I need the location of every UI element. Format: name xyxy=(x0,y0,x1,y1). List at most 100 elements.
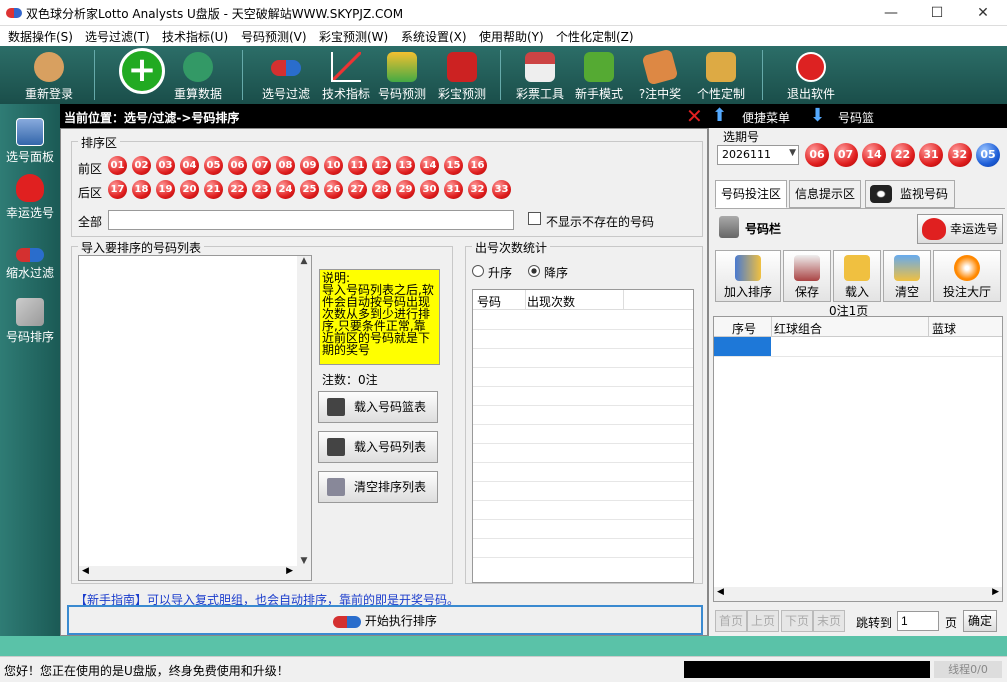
number-ball[interactable]: 28 xyxy=(372,180,391,199)
number-ball[interactable]: 32 xyxy=(468,180,487,199)
exit-button[interactable]: 退出软件 xyxy=(782,46,840,104)
horizontal-scrollbar[interactable]: ◀ ▶ xyxy=(79,566,311,580)
number-ball[interactable]: 16 xyxy=(468,156,487,175)
load-button[interactable]: 载入 xyxy=(833,250,881,302)
number-ball[interactable]: 11 xyxy=(348,156,367,175)
menu-treasure[interactable]: 彩宝预测(W) xyxy=(319,28,388,45)
vertical-scrollbar[interactable]: ▲ ▼ xyxy=(297,256,311,566)
clear-list-button[interactable]: 清空排序列表 xyxy=(318,471,438,503)
relogin-button[interactable]: 重新登录 xyxy=(20,46,78,104)
number-ball[interactable]: 12 xyxy=(372,156,391,175)
number-ball[interactable]: 30 xyxy=(420,180,439,199)
number-ball[interactable]: 27 xyxy=(348,180,367,199)
tab-monitor[interactable]: 监视号码 xyxy=(865,180,955,208)
next-page-button[interactable]: 下页 xyxy=(781,610,813,632)
number-ball[interactable]: 29 xyxy=(396,180,415,199)
number-ball[interactable]: 23 xyxy=(252,180,271,199)
last-page-button[interactable]: 末页 xyxy=(813,610,845,632)
close-icon[interactable]: ✕ xyxy=(686,104,703,128)
number-ball[interactable]: 15 xyxy=(444,156,463,175)
number-ball[interactable]: 17 xyxy=(108,180,127,199)
stats-table[interactable]: 号码 出现次数 xyxy=(472,289,694,583)
number-ball[interactable]: 06 xyxy=(228,156,247,175)
number-ball[interactable]: 31 xyxy=(444,180,463,199)
maximize-button[interactable]: ☐ xyxy=(914,0,960,26)
predict-button[interactable]: 号码预测 xyxy=(374,46,430,104)
number-ball[interactable]: 21 xyxy=(204,180,223,199)
number-ball[interactable]: 31 xyxy=(919,143,943,167)
desc-radio[interactable] xyxy=(528,265,540,277)
menu-predict[interactable]: 号码预测(V) xyxy=(241,28,307,45)
number-ball[interactable]: 14 xyxy=(420,156,439,175)
first-page-button[interactable]: 首页 xyxy=(715,610,747,632)
indicator-button[interactable]: 技术指标 xyxy=(318,46,374,104)
number-ball[interactable]: 05 xyxy=(976,143,1000,167)
number-ball[interactable]: 20 xyxy=(180,180,199,199)
menu-indicator[interactable]: 技术指标(U) xyxy=(162,28,228,45)
sidebar-item-panel[interactable]: 选号面板 xyxy=(0,118,60,165)
import-list[interactable]: ▲ ▼ ◀ ▶ xyxy=(78,255,312,581)
number-ball[interactable]: 08 xyxy=(276,156,295,175)
number-ball[interactable]: 22 xyxy=(228,180,247,199)
asc-radio[interactable] xyxy=(472,265,484,277)
horizontal-scrollbar[interactable]: ◀ ▶ xyxy=(714,587,1002,601)
tools-button[interactable]: 彩票工具 xyxy=(510,46,570,104)
number-ball[interactable]: 19 xyxy=(156,180,175,199)
number-ball[interactable]: 04 xyxy=(180,156,199,175)
treasure-button[interactable]: 彩宝预测 xyxy=(432,46,492,104)
sidebar-item-sort[interactable]: 号码排序 xyxy=(0,298,60,345)
number-ball[interactable]: 03 xyxy=(156,156,175,175)
number-ball[interactable]: 02 xyxy=(132,156,151,175)
filter-button[interactable]: 选号过滤 xyxy=(258,46,314,104)
tab-betting[interactable]: 号码投注区 xyxy=(715,180,787,208)
number-ball[interactable]: 07 xyxy=(833,143,858,167)
lucky-pick-button[interactable]: 幸运选号 xyxy=(917,214,1003,244)
number-ball[interactable]: 01 xyxy=(108,156,127,175)
save-button[interactable]: 保存 xyxy=(783,250,831,302)
hide-missing-checkbox[interactable] xyxy=(528,212,541,225)
number-ball[interactable]: 09 xyxy=(300,156,319,175)
bet-table[interactable]: 序号 红球组合 蓝球 ◀ ▶ xyxy=(713,316,1003,602)
add-to-sort-button[interactable]: 加入排序 xyxy=(715,250,781,302)
tab-info[interactable]: 信息提示区 xyxy=(789,180,861,208)
number-ball[interactable]: 32 xyxy=(947,143,972,167)
custom-button[interactable]: 个性定制 xyxy=(692,46,750,104)
newbie-button[interactable]: 新手模式 xyxy=(570,46,628,104)
recalc-button[interactable]: 重算数据 xyxy=(170,46,226,104)
confirm-jump-button[interactable]: 确定 xyxy=(963,610,997,632)
prize-button[interactable]: ?注中奖 xyxy=(632,46,688,104)
run-sort-button[interactable]: 开始执行排序 xyxy=(67,605,703,635)
add-button[interactable]: + xyxy=(114,46,170,104)
table-row[interactable] xyxy=(714,337,1002,357)
number-ball[interactable]: 05 xyxy=(204,156,223,175)
number-ball[interactable]: 24 xyxy=(276,180,295,199)
period-select[interactable]: 2026111 ▼ xyxy=(717,145,799,165)
number-ball[interactable]: 14 xyxy=(862,143,886,167)
shortcut-menu-link[interactable]: 便捷菜单 xyxy=(742,109,790,126)
minimize-button[interactable]: — xyxy=(868,0,914,26)
number-ball[interactable]: 13 xyxy=(396,156,415,175)
number-ball[interactable]: 06 xyxy=(805,143,829,167)
load-basket-button[interactable]: 载入号码篮表 xyxy=(318,391,438,423)
jump-page-input[interactable] xyxy=(897,611,939,631)
sidebar-item-shrink[interactable]: 缩水过滤 xyxy=(0,240,60,281)
prev-page-button[interactable]: 上页 xyxy=(747,610,779,632)
all-numbers-input[interactable] xyxy=(108,210,514,230)
number-ball[interactable]: 33 xyxy=(492,180,511,199)
number-ball[interactable]: 07 xyxy=(252,156,271,175)
menu-help[interactable]: 使用帮助(Y) xyxy=(479,28,544,45)
number-ball[interactable]: 10 xyxy=(324,156,343,175)
sidebar-item-lucky[interactable]: 幸运选号 xyxy=(0,174,60,221)
number-ball[interactable]: 18 xyxy=(132,180,151,199)
number-ball[interactable]: 26 xyxy=(324,180,343,199)
number-ball[interactable]: 25 xyxy=(300,180,319,199)
clear-button[interactable]: 清空 xyxy=(883,250,931,302)
menu-custom[interactable]: 个性化定制(Z) xyxy=(556,28,634,45)
load-list-button[interactable]: 载入号码列表 xyxy=(318,431,438,463)
lobby-button[interactable]: 投注大厅 xyxy=(933,250,1001,302)
number-ball[interactable]: 22 xyxy=(890,143,915,167)
menu-filter[interactable]: 选号过滤(T) xyxy=(85,28,150,45)
menu-settings[interactable]: 系统设置(X) xyxy=(401,28,467,45)
close-button[interactable]: ✕ xyxy=(960,0,1006,26)
menu-data[interactable]: 数据操作(S) xyxy=(8,28,73,45)
